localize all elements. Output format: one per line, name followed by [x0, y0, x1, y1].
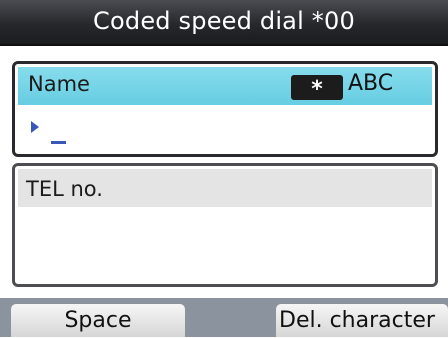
input-mode-label: ABC — [348, 71, 394, 96]
lcd-screen: Coded speed dial *00 Name * ABC TEL no. … — [0, 0, 448, 337]
space-button[interactable]: Space — [11, 304, 185, 337]
name-field-label: Name — [28, 72, 90, 96]
tel-field-label: TEL no. — [26, 177, 103, 201]
triangle-right-icon — [31, 121, 39, 133]
text-cursor-icon — [51, 141, 66, 144]
soft-key-bar: Space Del. character — [0, 298, 448, 337]
screen-title: Coded speed dial *00 — [93, 7, 355, 35]
tel-field-panel[interactable]: TEL no. — [12, 163, 438, 287]
tel-field-header: TEL no. — [18, 169, 432, 207]
title-bar: Coded speed dial *00 — [0, 0, 448, 46]
name-field-panel[interactable]: Name * ABC — [12, 61, 438, 157]
delete-character-button[interactable]: Del. character — [276, 304, 448, 337]
star-key-icon: * — [291, 75, 343, 102]
name-input[interactable] — [18, 107, 432, 151]
name-field-header: Name * ABC — [18, 67, 432, 105]
